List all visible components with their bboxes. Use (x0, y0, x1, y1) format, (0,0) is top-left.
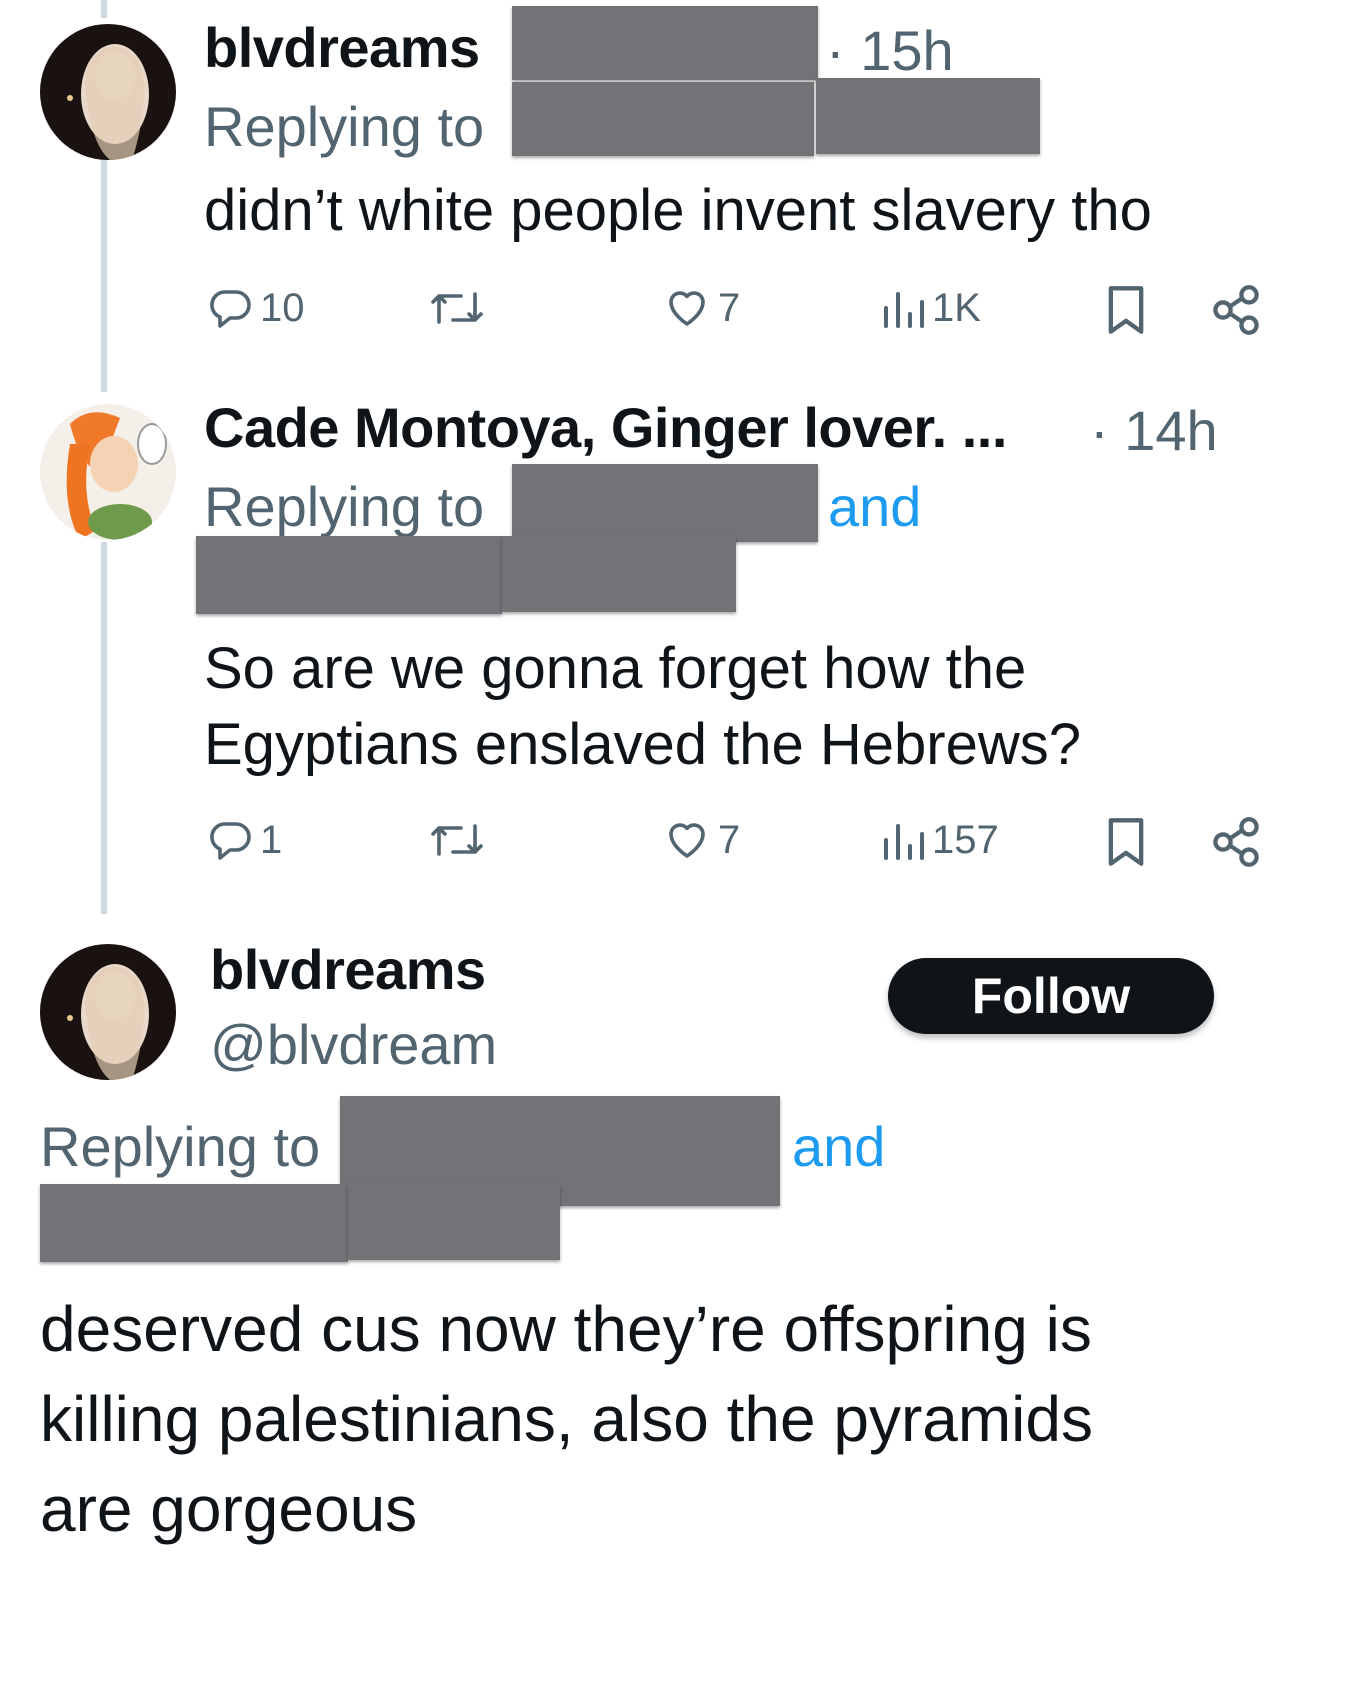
redacted-mention (512, 464, 818, 542)
timestamp[interactable]: · 15h (826, 18, 954, 83)
thread-line (101, 0, 107, 18)
views-button[interactable]: 1K (878, 284, 981, 332)
views-icon (884, 824, 924, 860)
reply-count: 1 (260, 817, 283, 862)
redacted-mention (816, 78, 1040, 154)
author-name[interactable]: Cade Montoya, Ginger lover. ... (204, 400, 1007, 456)
views-count: 1K (932, 285, 981, 330)
tweet-text: deserved cus now they’re offspring is ki… (40, 1284, 1093, 1554)
tweet-text: didn’t white people invent slavery tho (204, 178, 1152, 243)
views-icon (884, 292, 924, 328)
like-button[interactable]: 7 (662, 816, 740, 864)
bookmark-button[interactable] (1104, 816, 1148, 868)
tweet-text-line: So are we gonna forget how the (204, 636, 1027, 701)
and-link[interactable]: and (792, 1114, 885, 1179)
retweet-button[interactable] (426, 816, 488, 864)
share-button[interactable] (1210, 284, 1262, 336)
like-count: 7 (718, 817, 741, 862)
redacted-mention (40, 1184, 348, 1262)
like-count: 7 (718, 285, 741, 330)
redacted-mention (348, 1184, 560, 1260)
tweet-text-line: Egyptians enslaved the Hebrews? (204, 712, 1081, 777)
redacted-mention (512, 82, 814, 156)
tweet-text-line: killing palestinians, also the pyramids (40, 1383, 1093, 1455)
bookmark-icon (1108, 818, 1144, 866)
replying-to-label: Replying to (40, 1115, 321, 1178)
redacted-mention (502, 536, 736, 612)
reply-button[interactable]: 1 (206, 816, 282, 864)
avatar[interactable] (40, 944, 176, 1080)
views-count: 157 (932, 817, 999, 862)
views-button[interactable]: 157 (878, 816, 999, 864)
share-icon (1213, 817, 1259, 867)
follow-button[interactable]: Follow (888, 958, 1214, 1034)
author-handle[interactable]: @blvdream (210, 1012, 497, 1077)
redacted-mention (196, 536, 502, 614)
retweet-icon (431, 292, 483, 324)
share-icon (1213, 285, 1259, 335)
avatar[interactable] (40, 404, 176, 540)
author-name[interactable]: blvdreams (204, 20, 480, 76)
timestamp[interactable]: · 14h (1090, 398, 1218, 463)
share-button[interactable] (1210, 816, 1262, 868)
like-button[interactable]: 7 (662, 284, 740, 332)
reply-count: 10 (260, 285, 305, 330)
retweet-icon (431, 824, 483, 856)
thread-line (101, 542, 107, 914)
author-name[interactable]: blvdreams (210, 942, 486, 998)
replying-to-label: Replying to (204, 475, 485, 538)
retweet-button[interactable] (426, 284, 488, 332)
tweet-text-line: are gorgeous (40, 1473, 418, 1545)
and-link[interactable]: and (828, 474, 921, 539)
tweet-text-line: deserved cus now they’re offspring is (40, 1293, 1092, 1365)
bookmark-button[interactable] (1104, 284, 1148, 336)
reply-icon (210, 822, 251, 860)
heart-icon (669, 823, 705, 858)
redacted-handle (512, 6, 818, 80)
bookmark-icon (1108, 286, 1144, 334)
avatar[interactable] (40, 24, 176, 160)
reply-button[interactable]: 10 (206, 284, 305, 332)
reply-icon (210, 290, 251, 328)
thread-line (101, 160, 107, 392)
replying-to-label: Replying to (204, 95, 485, 158)
heart-icon (669, 291, 705, 326)
